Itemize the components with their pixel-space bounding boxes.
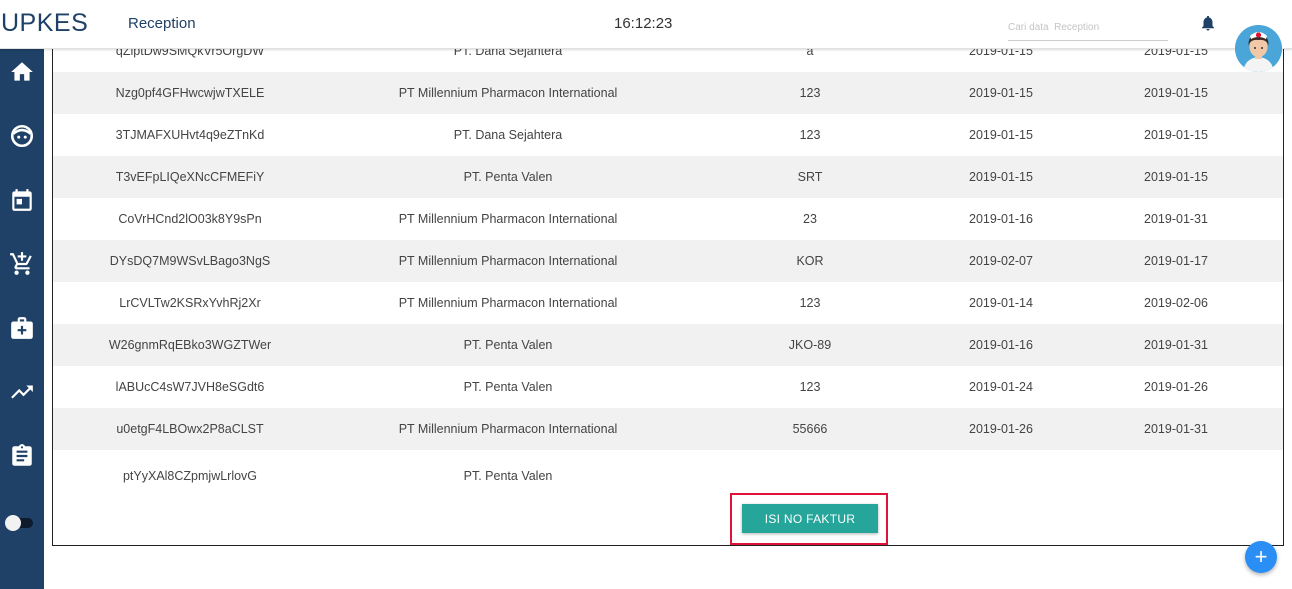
code-cell: 3TJMAFXUHvt4q9eZTnKd [115,128,265,142]
supplier-cell: PT. Penta Valen [463,469,553,483]
faktur-cell: KOR [796,254,824,268]
supplier-cell: PT. Penta Valen [463,170,553,184]
sidebar-item-home[interactable] [0,52,44,92]
sidebar-item-purchase[interactable] [0,244,44,284]
sidebar-item-report[interactable] [0,372,44,412]
date-cell: 2019-01-15 [1144,170,1208,184]
table-row[interactable]: CoVrHCnd2lO03k8Y9sPn PT Millennium Pharma… [53,198,1283,240]
clock: 16:12:23 [614,15,673,32]
date-cell: 2019-01-16 [969,212,1033,226]
supplier-cell: PT Millennium Pharmacon International [398,296,618,310]
table-body: ScMkggJFxDQ2TgaR8qdgPT Millennium Pharma… [53,0,1283,502]
date-cell [1121,450,1231,502]
supplier-cell: PT Millennium Pharmacon International [398,86,618,100]
theme-toggle[interactable] [5,515,35,531]
isi-no-faktur-button[interactable]: ISI NO FAKTUR [742,504,878,533]
date-cell: 2019-01-15 [969,170,1033,184]
sidebar-item-schedule[interactable] [0,180,44,220]
supplier-cell: PT. Penta Valen [463,338,553,352]
add-fab-button[interactable]: + [1245,541,1277,573]
code-cell: W26gnmRqEBko3WGZTWer [108,338,272,352]
date-cell: 2019-01-16 [969,338,1033,352]
date-cell: 2019-01-15 [1144,86,1208,100]
top-bar: UPKES Reception 16:12:23 [0,0,1292,49]
faktur-cell: SRT [797,170,823,184]
table-row[interactable]: lABUcC4sW7JVH8eSGdt6 PT. Penta Valen 123 20… [53,366,1283,408]
trending-up-icon [11,385,33,399]
table-row[interactable]: T3vEFpLIQeXNcCFMEFiY PT. Penta Valen SRT 20… [53,156,1283,198]
date-cell: 2019-01-17 [1144,254,1208,268]
date-cell: 2019-01-24 [969,380,1033,394]
code-cell: LrCVLTw2KSRxYvhRj2Xr [119,296,261,310]
bell-icon[interactable] [1199,14,1217,32]
table-row[interactable]: Nzg0pf4GFHwcwjwTXELE PT Millennium Pharma… [53,72,1283,114]
face-icon [10,124,34,148]
toggle-icon [5,515,21,531]
date-cell: 2019-01-31 [1144,422,1208,436]
cart-add-icon [10,252,32,275]
table-row[interactable]: DYsDQ7M9WSvLBago3NgS PT Millennium Pharma… [53,240,1283,282]
brand-logo[interactable]: UPKES [1,9,88,38]
date-cell: 2019-02-07 [969,254,1033,268]
date-cell: 2019-02-06 [1144,296,1208,310]
date-cell: 2019-01-15 [1144,128,1208,142]
code-cell: DYsDQ7M9WSvLBago3NgS [109,254,271,268]
code-cell: lABUcC4sW7JVH8eSGdt6 [115,380,265,394]
code-cell: CoVrHCnd2lO03k8Y9sPn [118,212,262,226]
supplier-cell: PT Millennium Pharmacon International [398,212,618,226]
date-cell: 2019-01-31 [1144,212,1208,226]
calendar-icon [12,189,32,211]
supplier-cell: PT. Penta Valen [463,380,553,394]
search-input[interactable] [1008,14,1168,41]
supplier-cell: PT Millennium Pharmacon International [398,254,618,268]
sidebar-item-medicine[interactable] [0,308,44,348]
date-cell: 2019-01-26 [969,422,1033,436]
date-cell: 2019-01-26 [1144,380,1208,394]
code-cell: T3vEFpLIQeXNcCFMEFiY [115,170,265,184]
invoice-table: ScMkggJFxDQ2TgaR8qdgPT Millennium Pharma… [52,0,1284,546]
nurse-avatar-icon [1235,25,1282,72]
clipboard-icon [12,444,32,466]
avatar[interactable] [1235,25,1282,72]
medical-box-icon [11,317,33,339]
home-icon [11,62,33,81]
faktur-cell: 123 [799,296,821,310]
code-cell: ptYyXAl8CZpmjwLrlovG [122,469,258,483]
sidebar [0,48,44,589]
date-cell [946,450,1056,502]
table-row[interactable]: u0etgF4LBOwx2P8aCLST PT Millennium Pharma… [53,408,1283,450]
code-cell: Nzg0pf4GFHwcwjwTXELE [115,86,265,100]
date-cell: 2019-01-15 [969,86,1033,100]
supplier-cell: PT Millennium Pharmacon International [398,422,618,436]
table-row[interactable]: W26gnmRqEBko3WGZTWer PT. Penta Valen JKO-8… [53,324,1283,366]
page-title: Reception [128,15,196,32]
table-row[interactable]: 3TJMAFXUHvt4q9eZTnKd PT. Dana Sejahtera 12… [53,114,1283,156]
faktur-cell: 123 [799,86,821,100]
date-cell: 2019-01-15 [969,128,1033,142]
date-cell: 2019-01-14 [969,296,1033,310]
supplier-cell: PT. Dana Sejahtera [453,128,563,142]
date-cell: 2019-01-31 [1144,338,1208,352]
faktur-cell: 55666 [792,422,828,436]
sidebar-item-patient[interactable] [0,116,44,156]
faktur-cell: 123 [799,380,821,394]
faktur-cell: 23 [803,212,817,226]
faktur-cell: JKO-89 [788,338,832,352]
sidebar-item-records[interactable] [0,436,44,476]
table-row[interactable]: ptYyXAl8CZpmjwLrlovG PT. Penta Valen [53,450,1283,502]
faktur-cell: 123 [799,128,821,142]
table-row[interactable]: LrCVLTw2KSRxYvhRj2Xr PT Millennium Pharma… [53,282,1283,324]
code-cell: u0etgF4LBOwx2P8aCLST [116,422,264,436]
